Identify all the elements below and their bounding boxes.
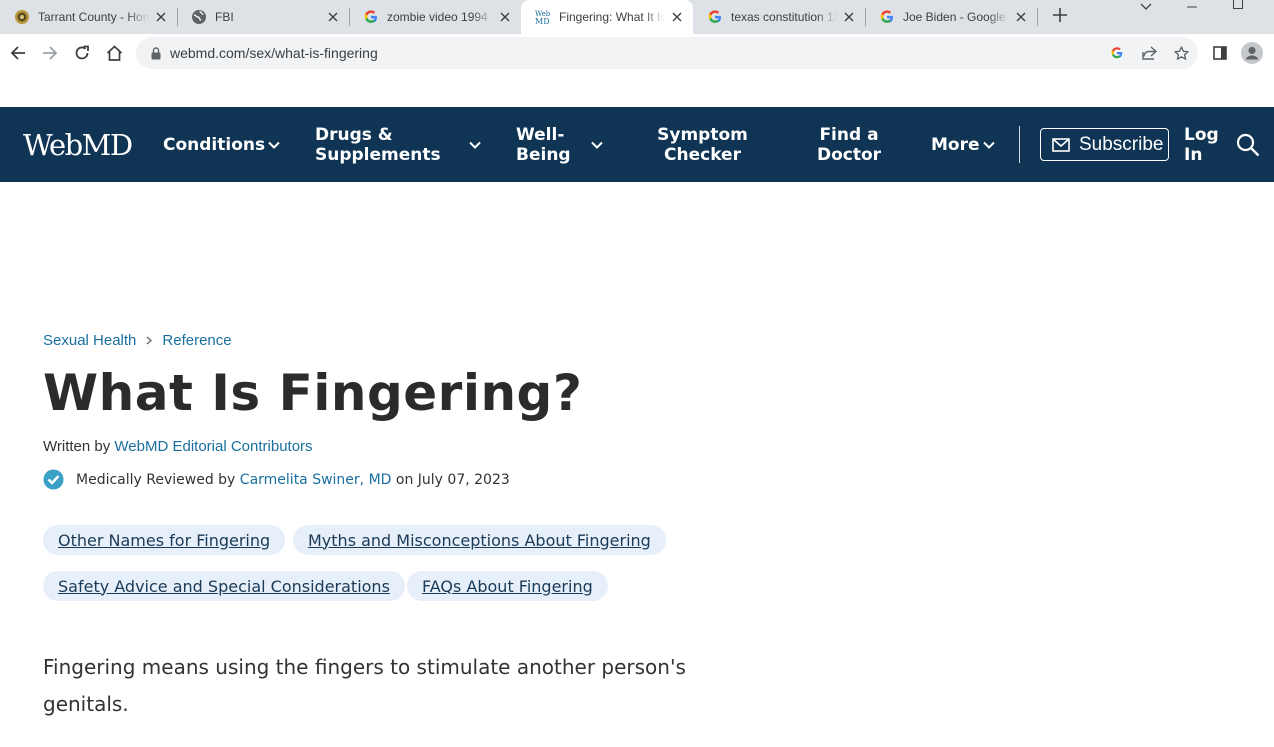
svg-text:MD: MD [535, 17, 550, 25]
jump-link-myths[interactable]: Myths and Misconceptions About Fingering [293, 525, 666, 555]
nav-drugs-supplements[interactable]: Drugs & Supplements [315, 125, 455, 165]
medical-review: Medically Reviewed by Carmelita Swiner, … [43, 469, 510, 490]
home-icon [106, 45, 122, 61]
reviewed-date: on July 07, 2023 [391, 471, 510, 488]
search-icon[interactable] [1236, 133, 1260, 157]
chevron-down-icon [983, 141, 995, 149]
webmd-logo[interactable]: WebMD [23, 129, 133, 161]
byline-prefix: Written by [43, 438, 115, 455]
nav-well-being[interactable]: Well-Being [516, 125, 586, 165]
breadcrumb: Sexual Health Reference [43, 332, 232, 349]
reload-icon [75, 45, 89, 60]
url-text[interactable]: webmd.com/sex/what-is-fingering [170, 45, 378, 61]
chevron-right-icon [146, 336, 153, 345]
tab-search-button[interactable] [1131, 0, 1161, 14]
byline: Written by WebMD Editorial Contributors [43, 438, 313, 455]
lock-icon[interactable] [148, 45, 164, 61]
minimize-icon [1187, 6, 1197, 8]
mail-icon [1052, 137, 1070, 152]
tab-tarrant-county[interactable]: Tarrant County - Home [0, 0, 177, 34]
reload-button[interactable] [70, 41, 94, 65]
google-lens-icon[interactable] [1109, 45, 1125, 61]
chevron-down-icon [591, 141, 603, 149]
nav-log-in[interactable]: Log In [1184, 125, 1228, 165]
article-intro: Fingering means using the fingers to sti… [43, 655, 686, 716]
chevron-down-icon [268, 141, 280, 149]
author-link[interactable]: WebMD Editorial Contributors [114, 438, 312, 455]
tab-strip: Tarrant County - Home FBI zombie video 1… [0, 0, 1274, 34]
globe-icon [191, 9, 207, 25]
new-tab-button[interactable] [1050, 5, 1070, 25]
back-button[interactable] [6, 41, 30, 65]
chevron-down-icon [1140, 3, 1152, 10]
breadcrumb-reference[interactable]: Reference [162, 332, 231, 349]
tab-joe-biden[interactable]: Joe Biden - Google Search [865, 0, 1037, 34]
close-icon[interactable] [153, 9, 169, 25]
google-g-icon [879, 9, 895, 25]
minimize-button[interactable] [1177, 0, 1207, 14]
tab-separator [1037, 8, 1038, 26]
forward-button[interactable] [38, 41, 62, 65]
browser-toolbar: webmd.com/sex/what-is-fingering [0, 34, 1274, 72]
page-title: What Is Fingering? [43, 364, 583, 422]
webmd-icon: Web MD [535, 9, 551, 25]
plus-icon [1053, 8, 1067, 22]
close-icon[interactable] [669, 9, 685, 25]
google-g-icon [363, 9, 379, 25]
site-header: WebMD Conditions Drugs & Supplements Wel… [0, 107, 1274, 182]
reviewer-link[interactable]: Carmelita Swiner, MD [240, 472, 392, 488]
nav-conditions[interactable]: Conditions [163, 135, 265, 155]
arrow-right-icon [43, 46, 58, 60]
nav-divider [1019, 126, 1020, 163]
nav-more[interactable]: More [931, 135, 980, 155]
tab-texas-constitution[interactable]: texas constitution 1876 - Google Search [693, 0, 865, 34]
arrow-left-icon [10, 46, 25, 60]
nav-symptom-checker[interactable]: Symptom Checker [650, 125, 755, 165]
share-icon[interactable] [1141, 45, 1157, 61]
jump-link-safety-advice[interactable]: Safety Advice and Special Considerations [43, 571, 405, 601]
side-panel-icon [1213, 46, 1227, 60]
reviewed-prefix: Medically Reviewed by [76, 471, 236, 488]
side-panel-button[interactable] [1208, 41, 1232, 65]
profile-avatar-icon [1241, 42, 1263, 64]
profile-button[interactable] [1240, 41, 1264, 65]
bookmark-star-icon[interactable] [1173, 45, 1189, 61]
maximize-button[interactable] [1223, 0, 1253, 10]
tab-zombie-video[interactable]: zombie video 1994 - Google Search [349, 0, 521, 34]
home-button[interactable] [102, 41, 126, 65]
nav-find-a-doctor[interactable]: Find a Doctor [808, 125, 890, 165]
subscribe-label: Subscribe [1079, 133, 1164, 155]
tab-fbi[interactable]: FBI [177, 0, 349, 34]
close-icon[interactable] [841, 9, 857, 25]
verified-check-icon [43, 469, 64, 490]
chevron-down-icon [469, 141, 481, 149]
google-g-icon [707, 9, 723, 25]
close-icon[interactable] [1013, 9, 1029, 25]
maximize-icon [1233, 0, 1243, 9]
breadcrumb-sexual-health[interactable]: Sexual Health [43, 332, 136, 349]
close-icon[interactable] [325, 9, 341, 25]
subscribe-button[interactable]: Subscribe [1040, 128, 1169, 161]
tab-fingering-active[interactable]: Web MD Fingering: What It Is [521, 0, 693, 34]
jump-link-faqs[interactable]: FAQs About Fingering [407, 571, 608, 601]
close-icon[interactable] [497, 9, 513, 25]
county-seal-icon [14, 9, 30, 25]
jump-link-other-names[interactable]: Other Names for Fingering [43, 525, 286, 555]
address-bar[interactable]: webmd.com/sex/what-is-fingering [136, 37, 1198, 69]
